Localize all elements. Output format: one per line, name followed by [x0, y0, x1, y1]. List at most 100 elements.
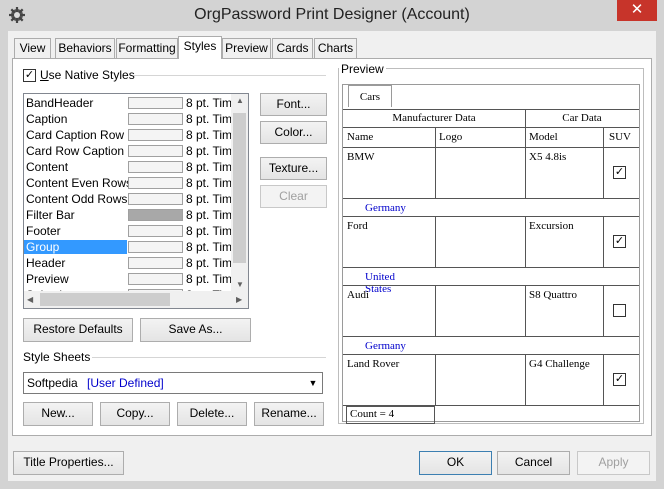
- style-list-item[interactable]: Content Even Rows 8 pt. Tim: [24, 175, 248, 191]
- delete-sheet-button[interactable]: Delete...: [177, 402, 247, 426]
- color-button[interactable]: Color...: [260, 121, 327, 144]
- use-native-styles-label[interactable]: Use Native Styles: [40, 68, 135, 82]
- style-item-name: Group: [24, 240, 127, 254]
- grid-line: [603, 147, 604, 198]
- style-sheets-label: Style Sheets: [23, 350, 91, 364]
- style-item-name: Caption: [26, 112, 68, 126]
- style-color-swatch: [128, 129, 183, 141]
- apply-button[interactable]: Apply: [577, 451, 650, 475]
- group-separator: [134, 75, 326, 76]
- close-icon: ✕: [630, 1, 644, 18]
- style-item-name: BandHeader: [26, 96, 94, 110]
- tab-formatting[interactable]: Formatting: [116, 38, 178, 58]
- grid-line: [603, 216, 604, 267]
- style-color-swatch: [128, 113, 183, 125]
- grid-line: [343, 127, 639, 128]
- cell-name: Ford: [347, 220, 368, 232]
- style-list[interactable]: BandHeader 8 pt. Tim Caption 8 pt. Tim Card …: [23, 93, 249, 309]
- style-item-name: Header: [26, 256, 66, 270]
- grid-line: [435, 147, 436, 198]
- cancel-button[interactable]: Cancel: [497, 451, 570, 475]
- scroll-up-icon[interactable]: ▲: [236, 96, 244, 105]
- style-item-font: 8 pt. Tim: [186, 192, 232, 206]
- new-sheet-button[interactable]: New...: [23, 402, 93, 426]
- grid-line: [343, 336, 639, 337]
- grid-line: [435, 216, 436, 267]
- grid-line: [525, 354, 526, 405]
- style-list-item[interactable]: Card Caption Row 8 pt. Tim: [24, 127, 248, 143]
- grid-line: [343, 109, 639, 110]
- scroll-right-icon[interactable]: ▶: [236, 295, 242, 304]
- ok-button[interactable]: OK: [419, 451, 492, 475]
- style-list-item[interactable]: Card Row Caption 8 pt. Tim: [24, 143, 248, 159]
- close-button[interactable]: ✕: [617, 0, 657, 21]
- tab-styles[interactable]: Styles: [178, 36, 222, 59]
- style-sheet-name: Softpedia: [27, 376, 78, 390]
- title-properties-button[interactable]: Title Properties...: [13, 451, 124, 475]
- style-list-item[interactable]: Caption 8 pt. Tim: [24, 111, 248, 127]
- footer-count: Count = 4: [346, 406, 435, 424]
- suv-checkbox: ✓: [613, 235, 626, 248]
- style-item-font: 8 pt. Tim: [186, 112, 232, 126]
- style-color-swatch: [128, 241, 183, 253]
- style-item-font: 8 pt. Tim: [186, 256, 232, 270]
- style-list-item[interactable]: Content Odd Rows 8 pt. Tim: [24, 191, 248, 207]
- style-list-item[interactable]: Group 8 pt. Tim: [24, 239, 248, 255]
- group-row-label: United States: [365, 271, 395, 295]
- style-item-name: Filter Bar: [26, 208, 75, 222]
- style-item-font: 8 pt. Tim: [186, 208, 232, 222]
- column-header: SUV: [609, 131, 632, 143]
- style-item-name: Content Even Rows: [26, 176, 133, 190]
- use-native-styles-checkbox[interactable]: ✓: [23, 69, 36, 82]
- cell-name: Audi: [347, 289, 369, 301]
- style-item-name: Card Row Caption: [26, 144, 125, 158]
- style-item-name: Footer: [26, 224, 61, 238]
- style-item-name: Card Caption Row: [26, 128, 125, 142]
- style-item-font: 8 pt. Tim: [186, 176, 232, 190]
- tab-cards[interactable]: Cards: [272, 38, 313, 58]
- clear-button[interactable]: Clear: [260, 185, 327, 208]
- vscroll-thumb[interactable]: [233, 113, 246, 263]
- scroll-left-icon[interactable]: ◀: [27, 295, 33, 304]
- grid-line: [343, 216, 639, 217]
- grid-line: [435, 354, 436, 405]
- save-as-button[interactable]: Save As...: [140, 318, 251, 342]
- style-item-font: 8 pt. Tim: [186, 160, 232, 174]
- style-list-item[interactable]: BandHeader 8 pt. Tim: [24, 95, 248, 111]
- tab-preview[interactable]: Preview: [222, 38, 271, 58]
- grid-line: [603, 285, 604, 336]
- style-item-font: 8 pt. Tim: [186, 240, 232, 254]
- cell-name: BMW: [347, 151, 375, 163]
- style-color-swatch: [128, 177, 183, 189]
- tab-charts[interactable]: Charts: [314, 38, 357, 58]
- tab-behaviors[interactable]: Behaviors: [55, 38, 115, 58]
- tab-view[interactable]: View: [14, 38, 51, 58]
- style-item-font: 8 pt. Tim: [186, 96, 232, 110]
- style-sheet-type: [User Defined]: [87, 376, 164, 390]
- style-item-name: Content: [26, 160, 69, 174]
- grid-line: [435, 127, 436, 147]
- cell-model: G4 Challenge: [529, 358, 590, 370]
- style-list-item[interactable]: Footer 8 pt. Tim: [24, 223, 248, 239]
- column-header: Model: [529, 131, 558, 143]
- rename-sheet-button[interactable]: Rename...: [254, 402, 324, 426]
- grid-line: [343, 354, 639, 355]
- style-list-item[interactable]: Content 8 pt. Tim: [24, 159, 248, 175]
- grid-line: [435, 285, 436, 336]
- texture-button[interactable]: Texture...: [260, 157, 327, 180]
- style-color-swatch: [128, 209, 183, 221]
- font-button[interactable]: Font...: [260, 93, 327, 116]
- style-color-swatch: [128, 257, 183, 269]
- preview-tab-cars: Cars: [348, 85, 392, 107]
- chevron-down-icon[interactable]: ▼: [305, 374, 321, 392]
- style-item-name: Content Odd Rows: [26, 192, 128, 206]
- style-list-item[interactable]: Filter Bar 8 pt. Tim: [24, 207, 248, 223]
- hscroll-thumb[interactable]: [40, 293, 170, 306]
- style-list-item[interactable]: Header 8 pt. Tim: [24, 255, 248, 271]
- grid-line: [525, 285, 526, 336]
- preview-label: Preview: [339, 62, 386, 76]
- copy-sheet-button[interactable]: Copy...: [100, 402, 170, 426]
- scroll-down-icon[interactable]: ▼: [236, 280, 244, 289]
- restore-defaults-button[interactable]: Restore Defaults: [23, 318, 133, 342]
- style-list-item[interactable]: Preview 8 pt. Tim: [24, 271, 248, 287]
